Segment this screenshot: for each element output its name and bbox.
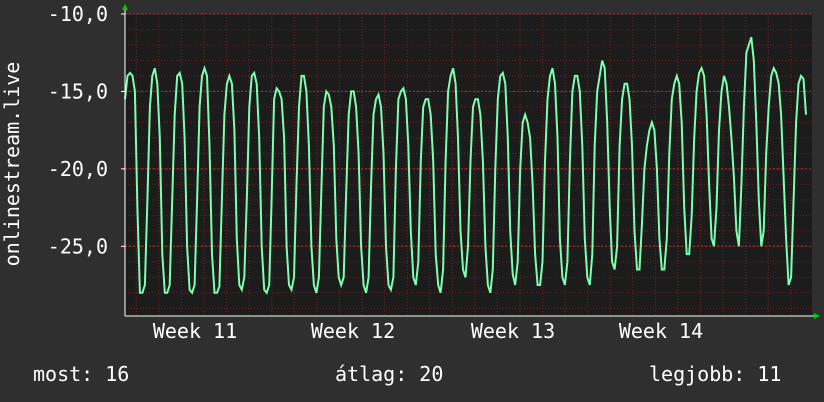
x-axis-arrow-icon [814, 313, 820, 319]
y-axis-label: onlinestream.live [0, 62, 24, 267]
x-axis-ticks: Week 11 Week 12 Week 13 Week 14 [153, 319, 703, 343]
stat-best: legjobb: 11 [649, 362, 782, 386]
x-tick-label: Week 13 [471, 319, 555, 343]
y-tick-label: -25,0 [48, 234, 108, 258]
chart: -10,0-15,0-20,0-25,0 Week 11 Week 12 Week … [0, 2, 820, 343]
x-tick-label: Week 14 [619, 319, 703, 343]
y-tick-label: -15,0 [48, 79, 108, 103]
y-tick-label: -20,0 [48, 157, 108, 181]
stat-average: átlag: 20 [335, 362, 444, 386]
y-axis-arrow-icon [122, 4, 128, 10]
y-axis-ticks: -10,0 -15,0 -20,0 -25,0 [48, 2, 125, 258]
stat-current: most: 16 [33, 362, 130, 386]
y-tick-label: -10,0 [48, 2, 108, 26]
x-tick-label: Week 11 [153, 319, 237, 343]
x-tick-label: Week 12 [311, 319, 395, 343]
